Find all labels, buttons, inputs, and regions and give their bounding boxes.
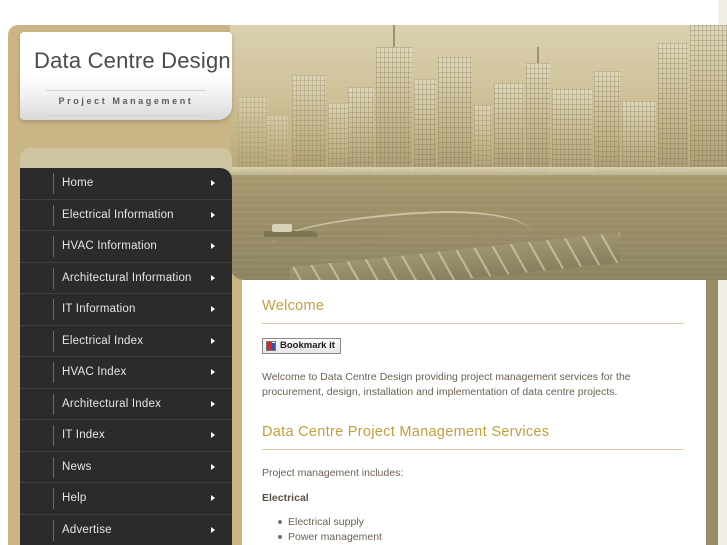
nav-top-cap [20, 148, 232, 170]
skyline-building [658, 43, 688, 175]
chevron-right-icon [211, 306, 215, 312]
building-antenna [393, 25, 395, 47]
nav-item-label: Help [62, 492, 87, 505]
nav-item-it-information[interactable]: IT Information [20, 294, 232, 326]
chevron-right-icon [211, 243, 215, 249]
logo-divider-top [46, 90, 206, 91]
page-root: Data Centre Design Project Management Ho… [0, 0, 727, 545]
services-heading-rule [262, 448, 684, 450]
right-frame-bar [706, 280, 718, 545]
chevron-right-icon [211, 400, 215, 407]
nav-item-help[interactable]: Help [20, 483, 232, 515]
skyline-building [238, 97, 268, 175]
skyline-building [328, 103, 348, 175]
bookmark-button-label: Bookmark it [280, 340, 335, 351]
nav-item-it-index[interactable]: IT Index [20, 420, 232, 452]
skyline-building [348, 87, 374, 175]
includes-label: Project management includes: [262, 466, 404, 479]
nav-item-label: News [62, 460, 92, 473]
bookmark-icon [266, 340, 276, 351]
main-navigation: Home Electrical Information HVAC Informati… [20, 168, 232, 545]
chevron-right-icon [211, 526, 215, 533]
skyline-building [552, 89, 592, 175]
chevron-right-icon [211, 337, 215, 344]
nav-item-electrical-information[interactable]: Electrical Information [20, 200, 232, 231]
list-item: Power management [278, 530, 684, 545]
chevron-right-icon [211, 432, 215, 438]
site-subtitle: Project Management [58, 96, 194, 106]
chevron-right-icon [211, 211, 215, 218]
nav-item-architectural-index[interactable]: Architectural Index [20, 389, 232, 420]
skyline-building [690, 25, 727, 175]
nav-item-label: IT Information [62, 303, 136, 316]
skyline-building [414, 79, 436, 175]
nav-item-electrical-index[interactable]: Electrical Index [20, 326, 232, 357]
nav-item-architectural-information[interactable]: Architectural Information [20, 263, 232, 294]
welcome-paragraph: Welcome to Data Centre Design providing … [262, 370, 631, 398]
site-logo[interactable]: Data Centre Design Project Management [20, 32, 232, 120]
skyline-building [292, 75, 326, 175]
bookmark-button[interactable]: Bookmark it [262, 338, 341, 354]
site-title: Data Centre Design [34, 48, 231, 73]
nav-item-label: Electrical Index [62, 334, 144, 347]
chevron-right-icon [211, 495, 215, 501]
header-hero-image [230, 25, 727, 280]
nav-item-label: Advertise [62, 523, 112, 536]
skyline-building [594, 71, 620, 175]
ferry-boat [264, 224, 318, 240]
nav-item-advertise[interactable]: Advertise [20, 515, 232, 545]
building-antenna [537, 47, 539, 63]
nav-item-hvac-information[interactable]: HVAC Information [20, 231, 232, 263]
services-heading: Data Centre Project Management Services [262, 423, 550, 440]
skyline-building [622, 101, 656, 175]
welcome-heading: Welcome [262, 298, 325, 314]
nav-item-home[interactable]: Home [20, 168, 232, 200]
nav-item-hvac-index[interactable]: HVAC Index [20, 357, 232, 389]
nav-item-label: IT Index [62, 429, 105, 442]
chevron-right-icon [211, 180, 215, 186]
skyline-building [266, 115, 288, 175]
chevron-right-icon [211, 463, 215, 470]
skyline-building [438, 57, 472, 175]
electrical-subheading: Electrical [262, 491, 309, 504]
skyline-building [376, 47, 412, 175]
main-content: Welcome Bookmark it Welcome to Data Cent… [242, 280, 706, 545]
nav-item-label: Architectural Information [62, 271, 192, 284]
welcome-heading-rule [262, 323, 684, 324]
nav-item-label: Home [62, 177, 94, 190]
chevron-right-icon [211, 274, 215, 281]
list-item: Electrical supply [278, 515, 684, 530]
nav-item-news[interactable]: News [20, 452, 232, 483]
skyline-building [474, 105, 492, 175]
skyline-building [526, 63, 550, 175]
nav-item-label: HVAC Information [62, 240, 158, 253]
nav-item-label: Architectural Index [62, 397, 162, 410]
nav-item-label: Electrical Information [62, 208, 174, 221]
logo-divider-bottom [46, 115, 206, 116]
chevron-right-icon [211, 369, 215, 375]
nav-item-label: HVAC Index [62, 366, 127, 379]
skyline-building [494, 83, 524, 175]
electrical-list: Electrical supply Power management [278, 515, 684, 545]
